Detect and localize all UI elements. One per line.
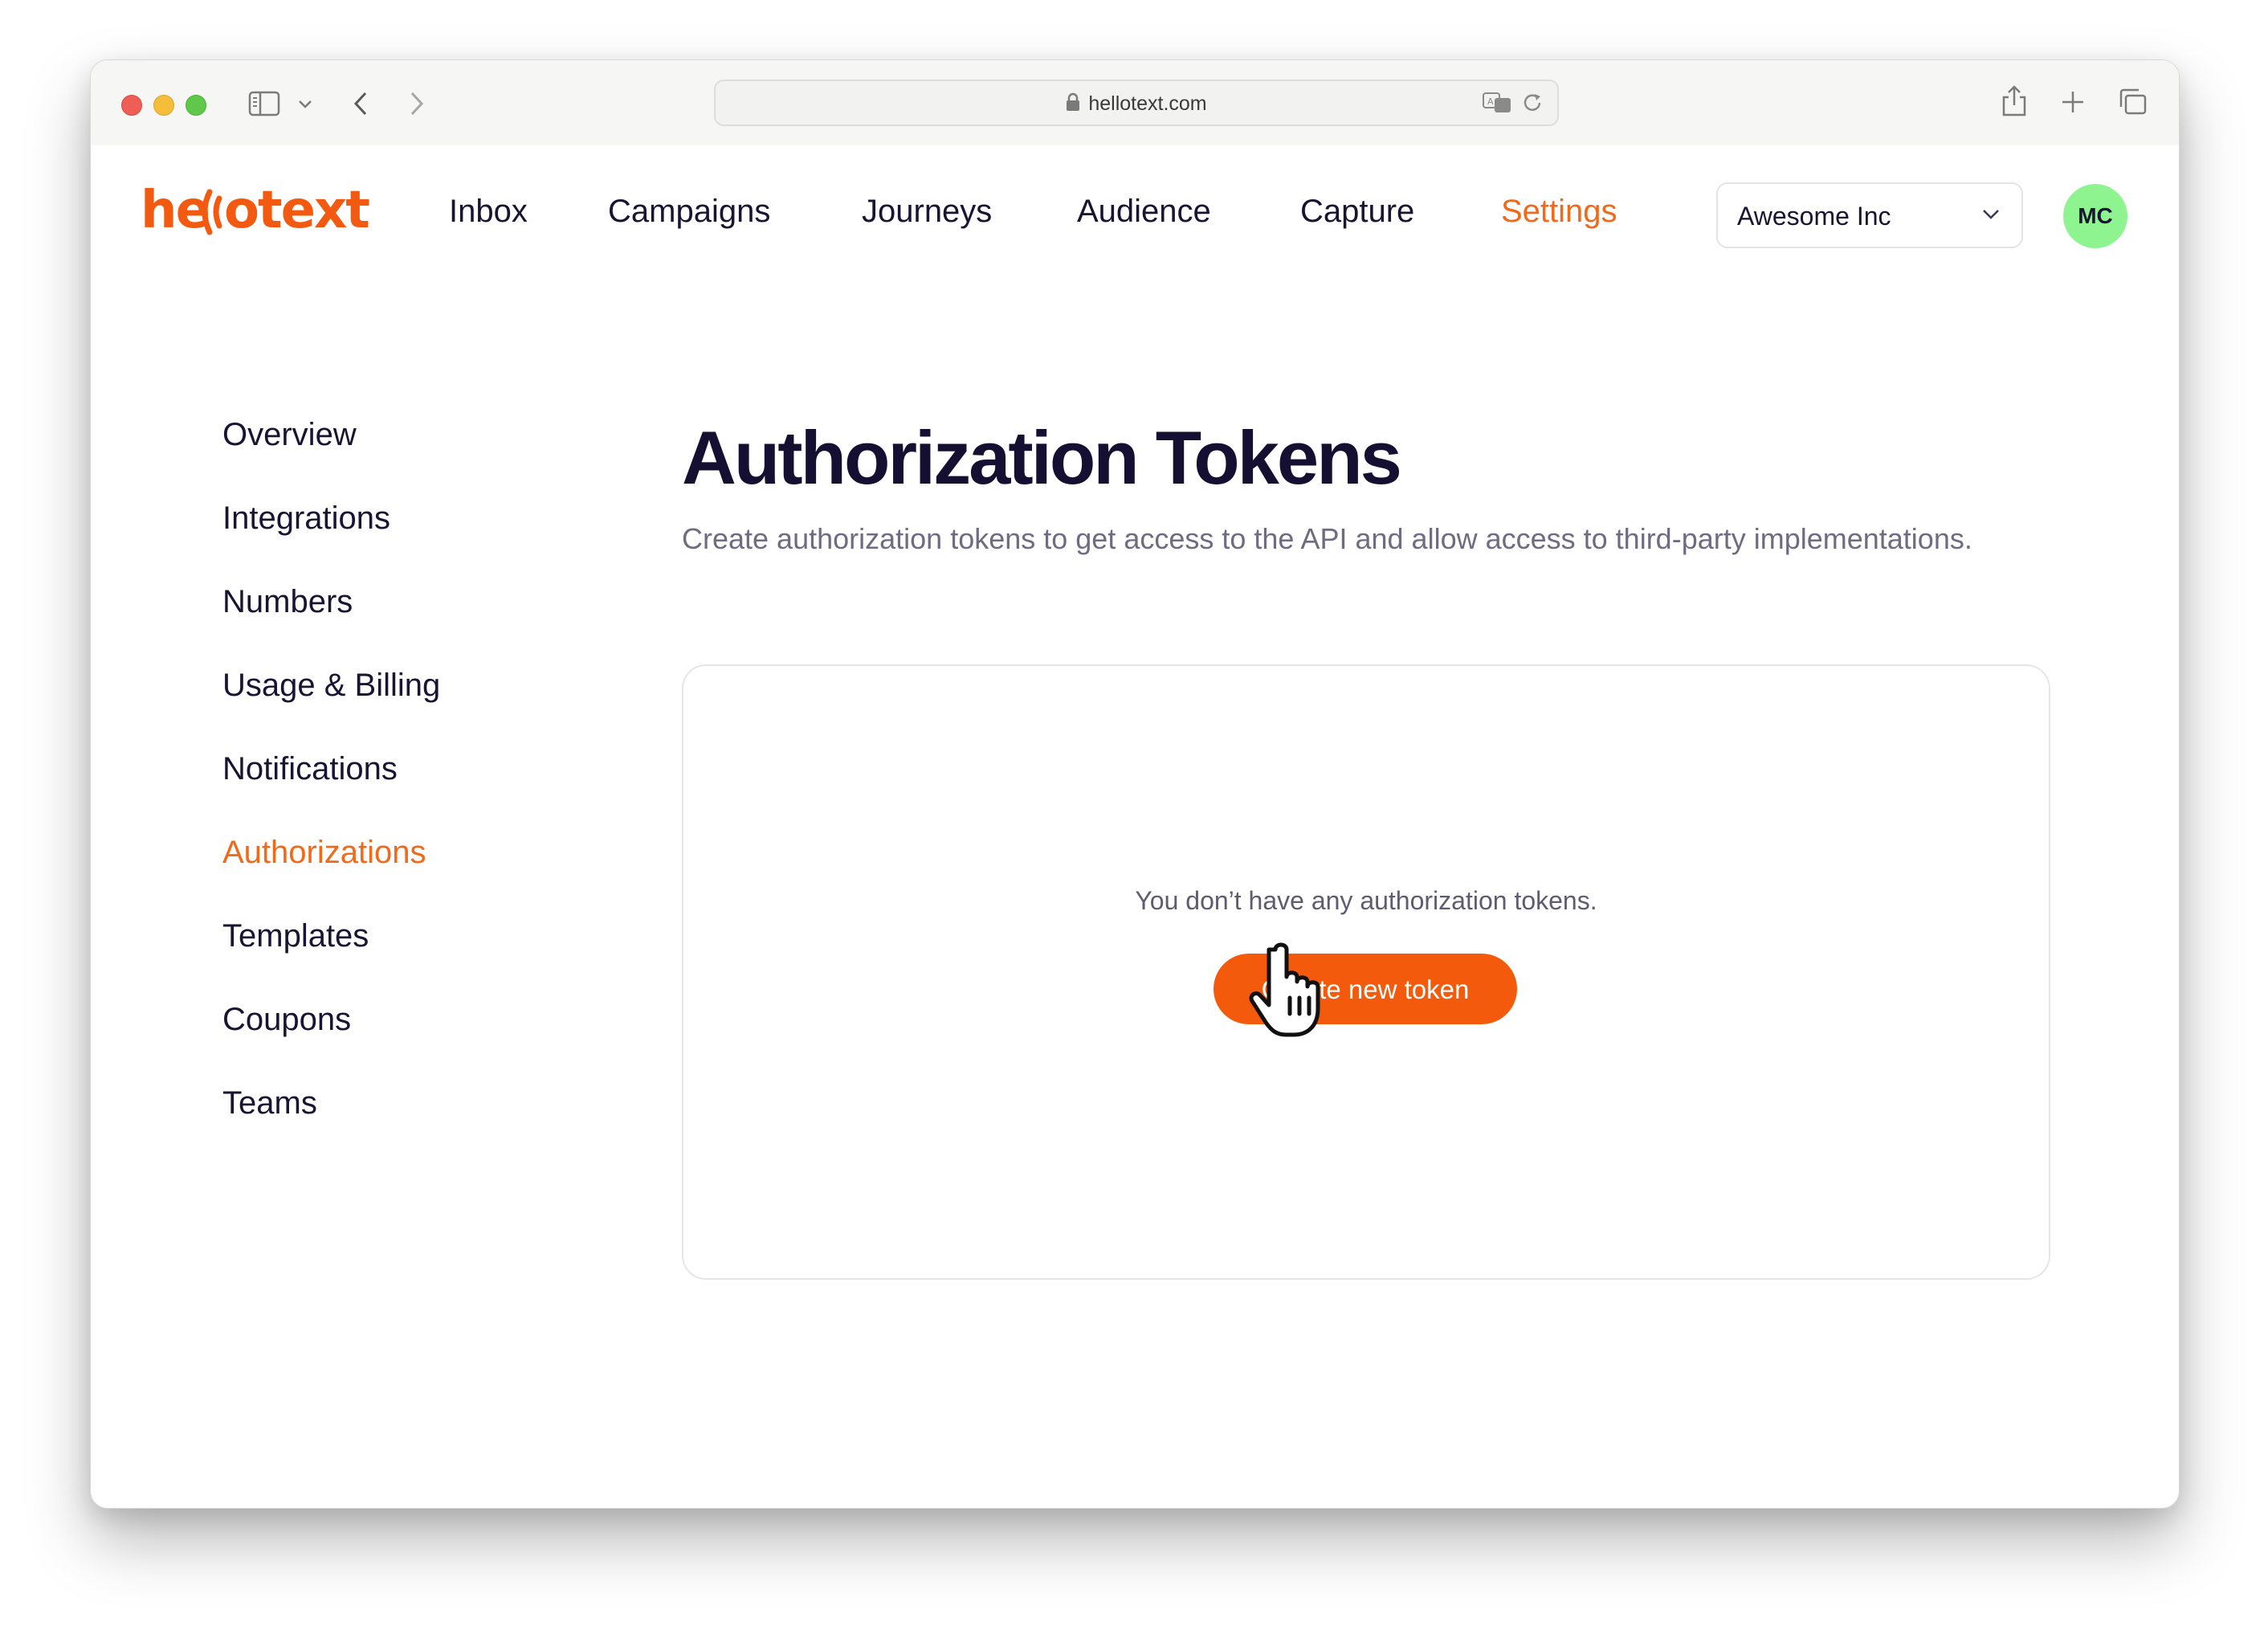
sidebar-item-teams[interactable]: Teams xyxy=(222,1087,317,1119)
nav-journeys[interactable]: Journeys xyxy=(862,195,992,227)
sidebar-item-templates[interactable]: Templates xyxy=(222,920,369,952)
sidebar-item-numbers[interactable]: Numbers xyxy=(222,586,353,618)
address-bar[interactable]: hellotext.com A xyxy=(714,80,1559,126)
tabs-icon[interactable] xyxy=(2118,88,2148,121)
browser-window: hellotext.com A he otext Inbox Campaigns… xyxy=(90,59,2180,1509)
plus-icon[interactable] xyxy=(2060,89,2086,119)
reload-icon[interactable] xyxy=(1520,91,1544,119)
sidebar-item-coupons[interactable]: Coupons xyxy=(222,1003,351,1036)
nav-settings[interactable]: Settings xyxy=(1501,195,1617,227)
chevron-left-icon[interactable] xyxy=(353,91,369,121)
translate-icon[interactable]: A xyxy=(1482,91,1514,119)
nav-inbox[interactable]: Inbox xyxy=(449,195,528,227)
chevron-down-icon[interactable] xyxy=(298,99,312,113)
app-header: he otext Inbox Campaigns Journeys Audien… xyxy=(91,145,2179,274)
svg-text:otext: otext xyxy=(224,184,369,239)
chevron-down-icon xyxy=(1981,208,2001,225)
page-description: Create authorization tokens to get acces… xyxy=(682,522,1972,555)
close-window-button[interactable] xyxy=(121,95,142,116)
lock-icon xyxy=(1066,92,1080,117)
svg-text:he: he xyxy=(141,184,209,239)
sidebar-item-usage-billing[interactable]: Usage & Billing xyxy=(222,669,440,701)
nav-audience[interactable]: Audience xyxy=(1077,195,1211,227)
chevron-right-icon[interactable] xyxy=(409,91,425,121)
hand-pointer-cursor-icon xyxy=(1245,940,1333,1048)
share-icon[interactable] xyxy=(2001,84,2028,122)
browser-toolbar: hellotext.com A xyxy=(91,60,2179,147)
sidebar-item-integrations[interactable]: Integrations xyxy=(222,502,390,534)
hellotext-logo[interactable]: he otext xyxy=(141,181,386,247)
organization-select[interactable]: Awesome Inc xyxy=(1716,182,2023,248)
user-avatar[interactable]: MC xyxy=(2063,184,2127,248)
tokens-empty-state-card: You don’t have any authorization tokens.… xyxy=(682,664,2050,1280)
sidebar-icon[interactable] xyxy=(248,91,280,121)
nav-capture[interactable]: Capture xyxy=(1300,195,1414,227)
sidebar-item-authorizations[interactable]: Authorizations xyxy=(222,836,426,868)
sidebar-item-notifications[interactable]: Notifications xyxy=(222,753,398,785)
url-text: hellotext.com xyxy=(1088,92,1207,115)
organization-select-value: Awesome Inc xyxy=(1737,202,1891,231)
empty-state-message: You don’t have any authorization tokens. xyxy=(1135,886,1597,915)
page-title: Authorization Tokens xyxy=(682,415,1402,500)
nav-campaigns[interactable]: Campaigns xyxy=(608,195,770,227)
svg-text:A: A xyxy=(1487,96,1494,107)
zoom-window-button[interactable] xyxy=(186,95,206,116)
minimize-window-button[interactable] xyxy=(153,95,174,116)
sidebar-item-overview[interactable]: Overview xyxy=(222,419,357,451)
